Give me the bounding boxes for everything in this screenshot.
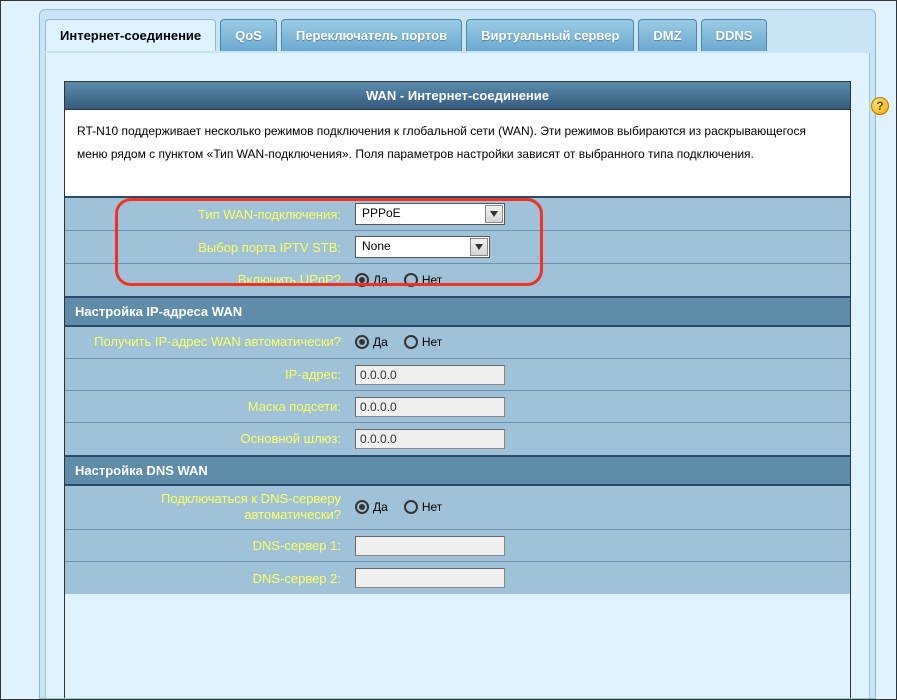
page-description: RT-N10 поддерживает несколько режимов по…	[65, 110, 850, 198]
tab-qos[interactable]: QoS	[220, 19, 277, 51]
radio-group-ip-auto: Да Нет	[355, 335, 842, 349]
tab-bar: Интернет-соединение QoS Переключатель по…	[45, 19, 767, 51]
router-page: Интернет-соединение QoS Переключатель по…	[0, 0, 897, 700]
row-gateway: Основной шлюз:	[65, 423, 850, 455]
label-upnp: Включить UPnP?	[65, 264, 347, 296]
input-mask[interactable]	[355, 397, 505, 417]
chevron-down-icon	[485, 205, 503, 223]
tab-ddns[interactable]: DDNS	[701, 19, 768, 51]
radio-upnp-yes[interactable]: Да	[355, 273, 388, 287]
row-mask: Маска подсети:	[65, 391, 850, 423]
tab-dmz[interactable]: DMZ	[638, 19, 696, 51]
label-gateway: Основной шлюз:	[65, 423, 347, 455]
radio-icon	[404, 500, 418, 514]
input-dns2[interactable]	[355, 568, 505, 588]
select-iptv-port[interactable]: None	[355, 236, 490, 258]
label-dns2: DNS-сервер 2:	[65, 562, 347, 594]
chevron-down-icon	[470, 238, 488, 256]
select-iptv-value: None	[356, 237, 397, 255]
radio-icon	[404, 273, 418, 287]
select-wan-type-value: PPPoE	[356, 204, 407, 222]
radio-group-dns-auto: Да Нет	[355, 500, 842, 514]
input-ip-address[interactable]	[355, 365, 505, 385]
radio-icon	[355, 335, 369, 349]
row-ip-address: IP-адрес:	[65, 359, 850, 391]
input-dns1[interactable]	[355, 536, 505, 556]
row-wan-type: Тип WAN-подключения: PPPoE	[65, 198, 850, 231]
label-ip-address: IP-адрес:	[65, 359, 347, 391]
label-dns1: DNS-сервер 1:	[65, 530, 347, 562]
section-dns-title: Настройка DNS WAN	[65, 455, 850, 486]
tab-internet[interactable]: Интернет-соединение	[45, 19, 216, 51]
row-upnp: Включить UPnP? Да Нет	[65, 264, 850, 296]
tab-port-trigger[interactable]: Переключатель портов	[281, 19, 462, 51]
label-dns-auto: Подключаться к DNS-серверу автоматически…	[65, 486, 347, 530]
radio-upnp-no[interactable]: Нет	[404, 273, 442, 287]
label-ip-auto: Получить IP-адрес WAN автоматически?	[65, 327, 347, 359]
dns-settings-table: Подключаться к DNS-серверу автоматически…	[65, 486, 850, 594]
radio-group-upnp: Да Нет	[355, 273, 842, 287]
row-ip-auto: Получить IP-адрес WAN автоматически? Да …	[65, 327, 850, 359]
radio-icon	[355, 500, 369, 514]
basic-settings-table: Тип WAN-подключения: PPPoE Выбор порта I…	[65, 198, 850, 296]
radio-ip-auto-no[interactable]: Нет	[404, 335, 442, 349]
ip-settings-table: Получить IP-адрес WAN автоматически? Да …	[65, 327, 850, 455]
page-title: WAN - Интернет-соединение	[65, 82, 850, 110]
tab-virtual-server[interactable]: Виртуальный сервер	[466, 19, 634, 51]
radio-icon	[355, 273, 369, 287]
select-wan-type[interactable]: PPPoE	[355, 203, 505, 225]
radio-icon	[404, 335, 418, 349]
radio-ip-auto-yes[interactable]: Да	[355, 335, 388, 349]
input-gateway[interactable]	[355, 429, 505, 449]
help-icon[interactable]: ?	[871, 97, 889, 115]
row-dns2: DNS-сервер 2:	[65, 562, 850, 594]
inner-frame: WAN - Интернет-соединение RT-N10 поддерж…	[64, 81, 851, 698]
radio-dns-auto-yes[interactable]: Да	[355, 500, 388, 514]
label-wan-type: Тип WAN-подключения:	[65, 198, 347, 231]
row-dns1: DNS-сервер 1:	[65, 530, 850, 562]
label-mask: Маска подсети:	[65, 391, 347, 423]
content-panel: WAN - Интернет-соединение RT-N10 поддерж…	[45, 53, 870, 699]
radio-dns-auto-no[interactable]: Нет	[404, 500, 442, 514]
section-ip-title: Настройка IP-адреса WAN	[65, 296, 850, 327]
label-iptv: Выбор порта IPTV STB:	[65, 231, 347, 264]
row-iptv: Выбор порта IPTV STB: None	[65, 231, 850, 264]
row-dns-auto: Подключаться к DNS-серверу автоматически…	[65, 486, 850, 530]
